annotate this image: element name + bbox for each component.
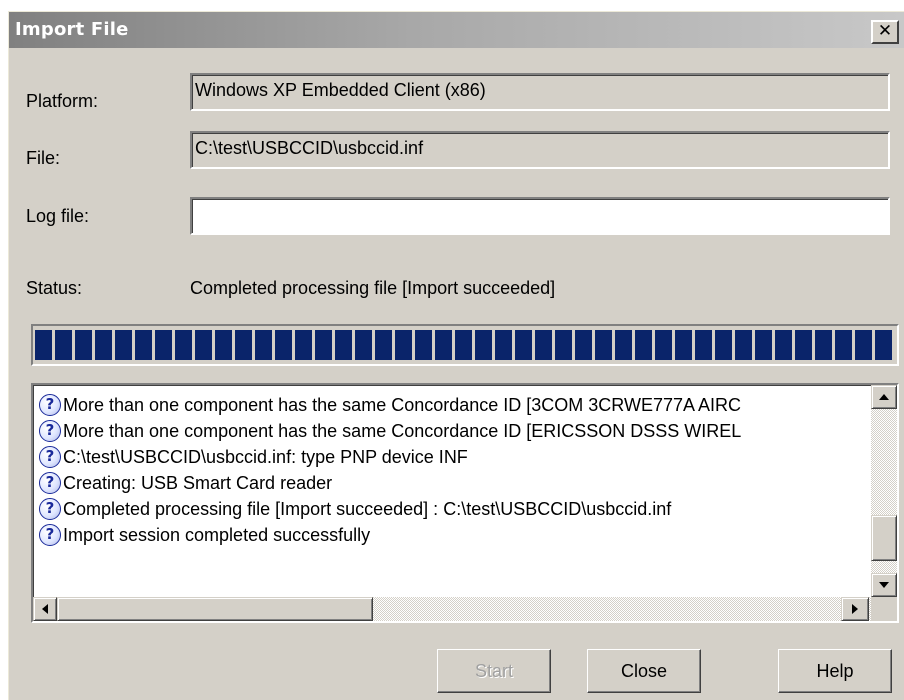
horizontal-scroll-thumb[interactable] <box>57 597 373 621</box>
info-question-icon: ? <box>39 524 61 546</box>
log-list[interactable]: ? More than one component has the same Co… <box>31 383 899 623</box>
window-title: Import File <box>15 19 129 40</box>
list-item[interactable]: ? More than one component has the same Co… <box>39 418 869 444</box>
close-button[interactable]: Close <box>587 649 701 693</box>
progress-bar <box>31 324 899 366</box>
scroll-down-button[interactable] <box>871 573 897 597</box>
platform-field: Windows XP Embedded Client (x86) <box>190 73 890 111</box>
import-file-dialog: Import File ✕ Platform: Windows XP Embed… <box>8 11 904 700</box>
info-question-icon: ? <box>39 472 61 494</box>
file-field: C:\test\USBCCID\usbccid.inf <box>190 131 890 169</box>
scroll-left-button[interactable] <box>33 597 57 621</box>
scrollbar-corner <box>871 597 897 621</box>
log-row-text: Creating: USB Smart Card reader <box>63 472 333 493</box>
close-window-button[interactable]: ✕ <box>871 20 899 44</box>
info-question-icon: ? <box>39 498 61 520</box>
arrow-left-icon <box>42 604 48 614</box>
log-file-label: Log file: <box>26 206 90 226</box>
platform-label: Platform: <box>26 91 99 111</box>
status-label: Status: <box>26 278 83 298</box>
info-question-icon: ? <box>39 446 61 468</box>
progress-fill <box>35 330 895 360</box>
help-button[interactable]: Help <box>778 649 892 693</box>
log-row-text: Completed processing file [Import succee… <box>63 498 672 519</box>
horizontal-scrollbar[interactable] <box>33 597 871 621</box>
arrow-down-icon <box>879 582 889 588</box>
info-question-icon: ? <box>39 420 61 442</box>
list-item[interactable]: ? C:\test\USBCCID\usbccid.inf: type PNP d… <box>39 444 869 470</box>
status-value: Completed processing file [Import succee… <box>190 278 556 298</box>
vertical-scrollbar[interactable] <box>871 385 897 597</box>
arrow-right-icon <box>852 604 858 614</box>
title-bar[interactable]: Import File ✕ <box>9 12 904 48</box>
scroll-right-button[interactable] <box>841 597 869 621</box>
log-rows: ? More than one component has the same Co… <box>39 392 869 548</box>
list-item[interactable]: ? Creating: USB Smart Card reader <box>39 470 869 496</box>
log-row-text: More than one component has the same Con… <box>63 394 742 415</box>
log-row-text: Import session completed successfully <box>63 524 371 545</box>
arrow-up-icon <box>879 394 889 400</box>
log-row-text: More than one component has the same Con… <box>63 420 742 441</box>
list-item[interactable]: ? Completed processing file [Import succe… <box>39 496 869 522</box>
start-button[interactable]: Start <box>437 649 551 693</box>
vertical-scroll-thumb[interactable] <box>871 515 897 561</box>
log-row-text: C:\test\USBCCID\usbccid.inf: type PNP de… <box>63 446 468 467</box>
list-item[interactable]: ? More than one component has the same Co… <box>39 392 869 418</box>
file-label: File: <box>26 148 61 168</box>
scroll-up-button[interactable] <box>871 385 897 409</box>
list-item[interactable]: ? Import session completed successfully <box>39 522 869 548</box>
info-question-icon: ? <box>39 394 61 416</box>
log-file-input[interactable] <box>190 197 890 235</box>
